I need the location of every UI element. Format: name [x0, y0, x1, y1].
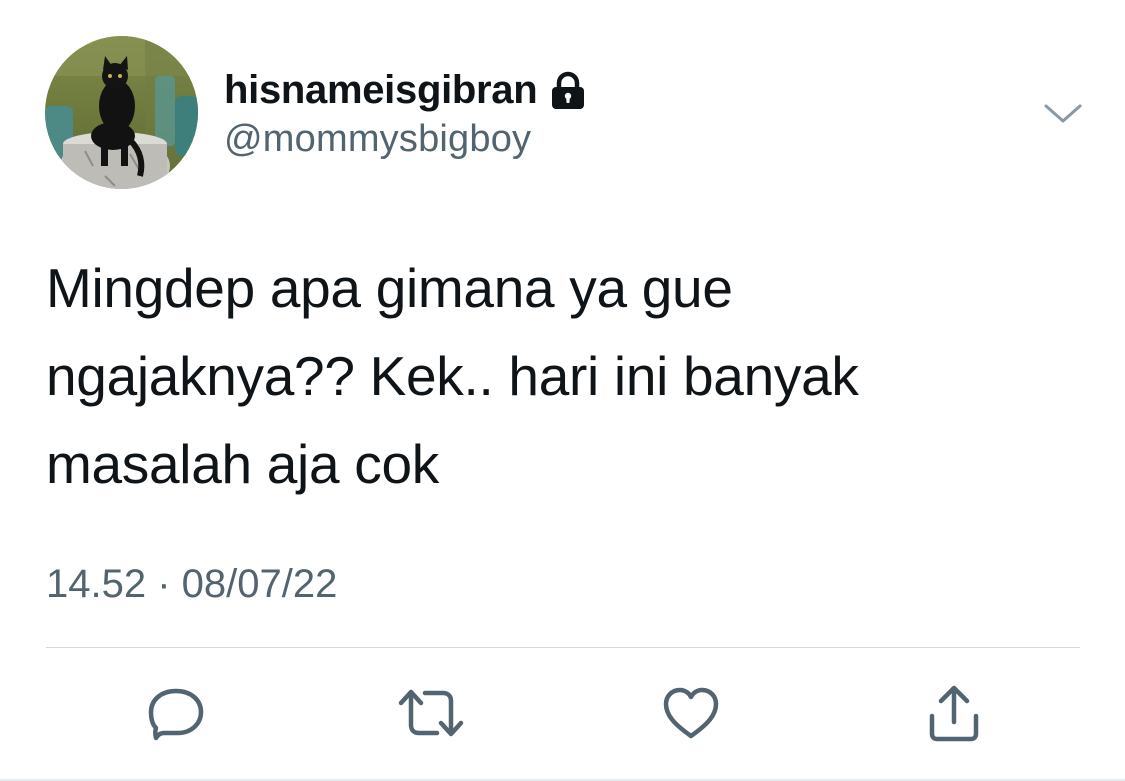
- tweet-timestamp[interactable]: 14.52 · 08/07/22: [46, 562, 337, 607]
- retweet-icon: [397, 687, 465, 739]
- retweet-button[interactable]: [393, 675, 469, 751]
- tweet-actions-bar: [0, 675, 1125, 751]
- reply-icon: [146, 685, 206, 741]
- display-name[interactable]: hisnameisgibran: [224, 68, 538, 113]
- black-cat-avatar-image: [45, 36, 198, 189]
- more-options-button[interactable]: [1040, 96, 1086, 136]
- user-handle[interactable]: @mommysbigboy: [224, 118, 531, 161]
- heart-icon: [662, 686, 720, 740]
- divider: [46, 647, 1080, 648]
- display-name-row: hisnameisgibran: [224, 64, 587, 116]
- chevron-down-icon: [1043, 103, 1083, 130]
- reply-button[interactable]: [138, 675, 214, 751]
- avatar[interactable]: [45, 36, 198, 189]
- lock-icon: [549, 71, 587, 111]
- share-icon: [926, 684, 982, 742]
- share-button[interactable]: [916, 675, 992, 751]
- tweet-text: Mingdep apa gimana ya gue ngajaknya?? Ke…: [46, 257, 859, 495]
- like-button[interactable]: [653, 675, 729, 751]
